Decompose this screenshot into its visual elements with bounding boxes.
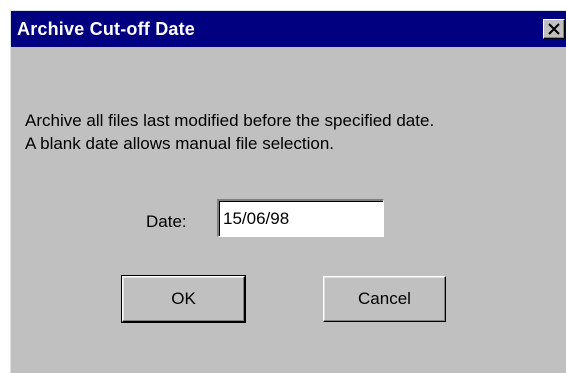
- dialog-message: Archive all files last modified before t…: [25, 109, 434, 155]
- date-input[interactable]: [217, 199, 384, 237]
- ok-button[interactable]: OK: [121, 275, 246, 323]
- date-label: Date:: [146, 212, 187, 231]
- message-line-1: Archive all files last modified before t…: [25, 111, 435, 130]
- message-line-2: A blank date allows manual file selectio…: [25, 134, 335, 153]
- archive-cutoff-dialog: Archive Cut-off Date Archive all files l…: [10, 10, 566, 373]
- dialog-title: Archive Cut-off Date: [17, 19, 196, 39]
- close-button[interactable]: [543, 19, 565, 39]
- cancel-button[interactable]: Cancel: [323, 276, 446, 322]
- close-icon: [548, 23, 560, 35]
- dialog-titlebar[interactable]: Archive Cut-off Date: [11, 11, 566, 47]
